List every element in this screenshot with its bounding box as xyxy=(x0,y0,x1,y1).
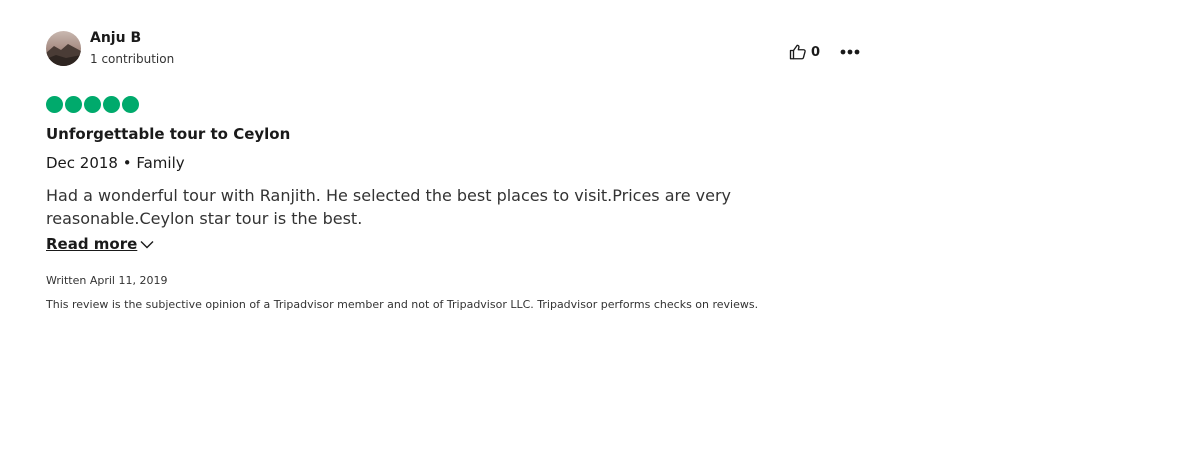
rating-bubble-icon xyxy=(103,96,120,113)
rating-bubble-icon xyxy=(122,96,139,113)
rating-bubble-icon xyxy=(65,96,82,113)
review-title[interactable]: Unforgettable tour to Ceylon xyxy=(46,125,290,143)
avatar-photo xyxy=(46,31,81,66)
contribution-count: 1 contribution xyxy=(90,52,175,66)
read-more-button[interactable]: Read more xyxy=(46,234,154,253)
review-disclaimer: This review is the subjective opinion of… xyxy=(46,298,759,311)
helpful-vote-button[interactable]: 0 xyxy=(789,42,820,62)
bubble-rating xyxy=(46,96,141,113)
read-more-label: Read more xyxy=(46,234,138,253)
avatar[interactable] xyxy=(46,31,81,66)
ellipsis-icon xyxy=(840,49,860,55)
review-card: Anju B 1 contribution 0 Unforgettable to… xyxy=(46,28,866,311)
more-options-button[interactable] xyxy=(840,42,860,62)
thumbs-up-icon xyxy=(789,44,806,60)
chevron-down-icon xyxy=(140,234,154,253)
review-header: Anju B 1 contribution 0 xyxy=(46,28,866,72)
helpful-vote-count: 0 xyxy=(811,44,821,60)
written-date: Written April 11, 2019 xyxy=(46,274,168,287)
review-actions: 0 xyxy=(789,42,860,62)
trip-date-type: Dec 2018 • Family xyxy=(46,154,185,172)
rating-bubble-icon xyxy=(46,96,63,113)
rating-bubble-icon xyxy=(84,96,101,113)
review-text: Had a wonderful tour with Ranjith. He se… xyxy=(46,186,732,228)
reviewer-name[interactable]: Anju B xyxy=(90,30,141,46)
